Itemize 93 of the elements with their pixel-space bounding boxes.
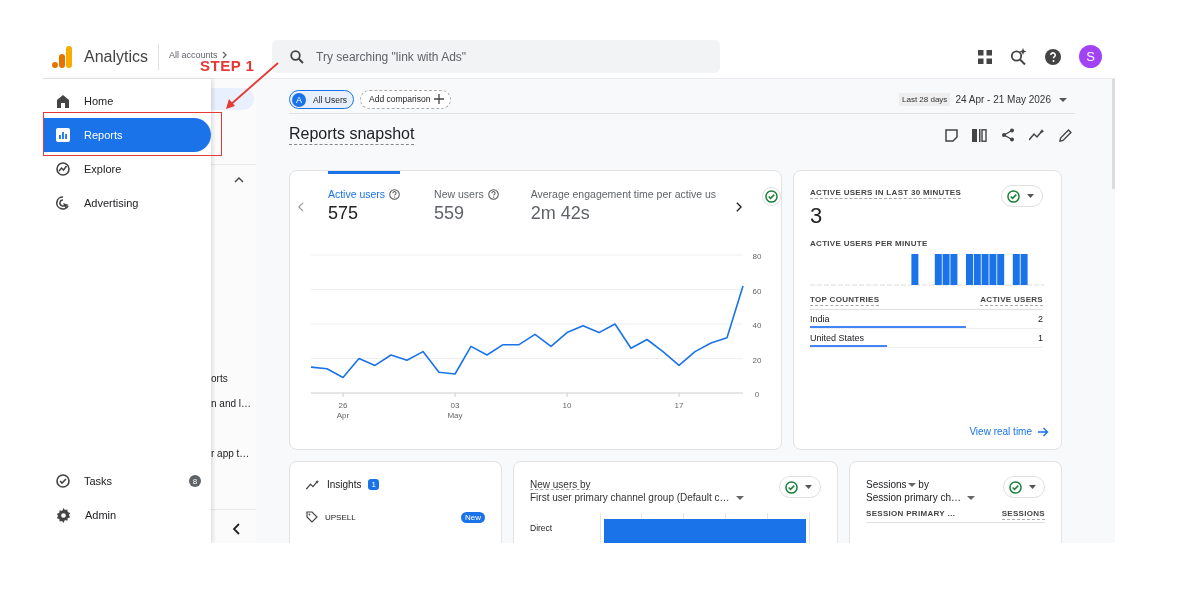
new-badge: New — [461, 511, 485, 523]
title-suffix: by — [918, 479, 929, 490]
metric-tab[interactable]: Active users 575 — [327, 171, 401, 231]
page-title: Reports snapshot — [289, 125, 415, 145]
check-circle-icon — [1007, 189, 1020, 203]
add-comparison-button[interactable]: Add comparison — [360, 90, 452, 109]
x-tick-label: 03 May — [447, 401, 463, 420]
count-badge: 1 — [368, 479, 379, 490]
caret-down-icon — [1027, 194, 1034, 198]
active-user-count: 3 — [810, 203, 824, 229]
nav-item[interactable]: Home — [44, 84, 211, 118]
check-circle-icon — [785, 480, 798, 494]
card-title: New users by — [530, 479, 592, 490]
nav-item[interactable]: Tasks 8 — [44, 464, 211, 498]
date-range-picker[interactable]: 24 Apr - 21 May 2026 — [955, 94, 1075, 105]
metric-tab[interactable]: Average engagement time per active us 2m 42s — [530, 171, 717, 231]
x-tick-label: 26 Apr — [336, 401, 350, 420]
note-icon[interactable] — [945, 128, 958, 142]
y-tick-label: 80 — [752, 252, 762, 261]
share-icon[interactable] — [1001, 128, 1015, 142]
caret-down-icon — [907, 482, 916, 487]
nav-subitem[interactable]: r app t… — [211, 448, 256, 473]
chart-label: ACTIVE USERS PER MINUTE — [810, 239, 929, 248]
column-header: TOP COUNTRIES — [810, 295, 880, 306]
arrow-right-icon — [1038, 426, 1049, 437]
analytics-logo-icon — [52, 45, 72, 68]
caret-down-icon — [1059, 97, 1067, 102]
column-header: ACTIVE USERS — [980, 295, 1043, 306]
insights-icon — [306, 479, 320, 490]
y-tick-label: 0 — [754, 390, 760, 399]
plus-icon — [434, 94, 445, 104]
date-range-label: Last 28 days — [899, 93, 951, 106]
y-tick-label: 20 — [752, 355, 762, 365]
help-outline-icon — [487, 188, 499, 200]
card-title: Insights — [327, 479, 362, 490]
dimension-dropdown[interactable]: First user primary channel group (Default c… — [530, 492, 744, 503]
nav-item[interactable]: Advertising — [44, 186, 211, 220]
user-count: 2 — [1038, 314, 1043, 324]
help-icon[interactable] — [1045, 48, 1061, 65]
metric-dropdown[interactable]: Sessions — [866, 479, 916, 490]
caret-down-icon — [967, 495, 976, 500]
nav-subitem[interactable]: orts — [211, 373, 256, 398]
bar-chart-icon — [56, 128, 70, 142]
compare-columns-icon[interactable] — [972, 128, 987, 142]
count-badge: 8 — [189, 475, 201, 487]
caret-down-icon — [735, 495, 744, 500]
letter-avatar: A — [292, 92, 306, 107]
apps-grid-icon[interactable] — [978, 49, 992, 64]
settings-icon — [56, 507, 71, 523]
x-tick-label: 10 — [562, 401, 572, 410]
check-circle-icon — [56, 474, 70, 488]
y-tick-label: 60 — [752, 286, 762, 296]
user-avatar[interactable]: S — [1079, 45, 1102, 68]
annotation-label: STEP 1 — [200, 57, 255, 74]
nav-item[interactable]: Admin — [44, 498, 211, 532]
insight-label[interactable]: UPSELL — [325, 512, 356, 522]
home-icon — [56, 94, 70, 108]
nav-subitem[interactable]: n and l… — [211, 398, 256, 423]
tag-icon — [306, 511, 318, 523]
view-real-time-link[interactable]: View real time — [969, 426, 1049, 437]
user-count: 1 — [1038, 333, 1043, 343]
help-outline-icon — [389, 188, 401, 200]
chevron-right-icon[interactable] — [736, 201, 742, 213]
product-name: Analytics — [84, 47, 149, 66]
search-sparkle-icon[interactable] — [1010, 48, 1027, 65]
chevron-right-icon — [221, 50, 228, 59]
selected-item-highlight — [211, 88, 254, 110]
caret-down-icon — [805, 485, 812, 489]
chevron-up-icon[interactable] — [234, 177, 244, 183]
trend-circle-icon — [56, 162, 70, 176]
audience-chip[interactable]: A All Users — [289, 90, 354, 109]
check-circle-icon — [1009, 480, 1022, 494]
country-name: United States — [810, 333, 865, 343]
caret-down-icon — [1029, 485, 1036, 489]
account-link[interactable]: All accounts — [169, 49, 228, 60]
column-header: SESSIONS — [1001, 509, 1045, 520]
target-cursor-icon — [56, 196, 70, 210]
status-check-icon[interactable] — [762, 187, 781, 206]
x-tick-label: 17 — [674, 401, 684, 410]
metric-tab[interactable]: New users 559 — [434, 171, 499, 231]
country-name: India — [810, 314, 830, 324]
search-icon — [290, 50, 304, 64]
column-header: SESSION PRIMARY … — [866, 509, 956, 520]
edit-pencil-icon[interactable] — [1059, 128, 1072, 142]
nav-item[interactable]: Reports — [44, 118, 211, 152]
nav-item[interactable]: Explore — [44, 152, 211, 186]
dimension-dropdown[interactable]: Session primary ch… — [866, 492, 976, 503]
chevron-left-icon[interactable] — [233, 523, 240, 535]
y-tick-label: 40 — [752, 321, 762, 330]
search-field[interactable]: Try searching "link with Ads" — [272, 40, 720, 73]
insights-icon[interactable] — [1029, 129, 1045, 141]
card-title: ACTIVE USERS IN LAST 30 MINUTES — [810, 188, 962, 199]
row-label: Direct — [530, 523, 554, 533]
